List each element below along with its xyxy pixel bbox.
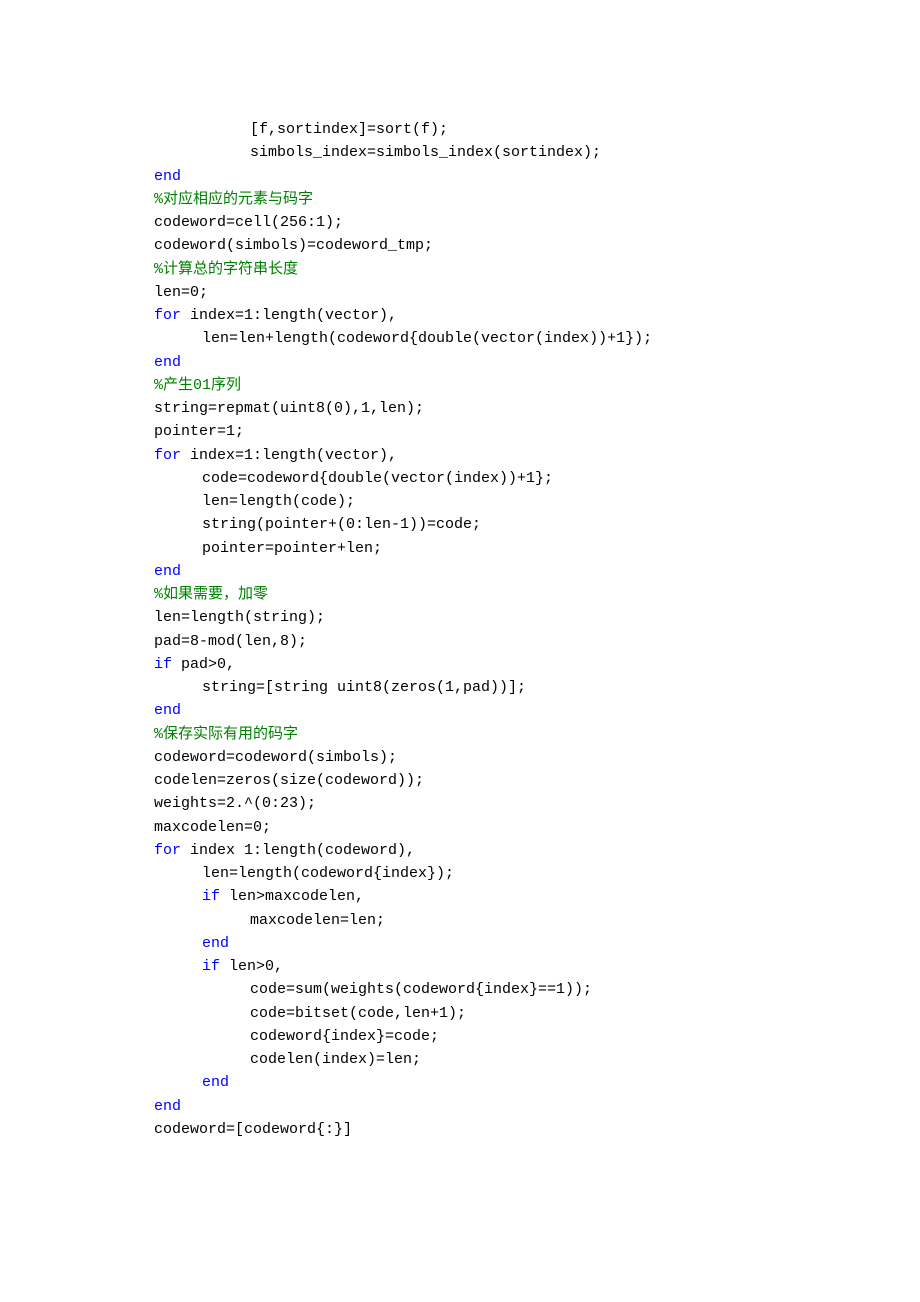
code-text: codeword=cell(256:1); [154,214,343,231]
code-line: if len>0, [154,955,804,978]
code-text: codeword{index}=code; [250,1028,439,1045]
keyword: if [202,958,220,975]
code-line: codelen(index)=len; [154,1048,804,1071]
code-line: end [154,699,804,722]
code-line: end [154,165,804,188]
code-line: pointer=1; [154,420,804,443]
code-line: end [154,1095,804,1118]
code-line: maxcodelen=len; [154,909,804,932]
code-line: codelen=zeros(size(codeword)); [154,769,804,792]
code-text: maxcodelen=len; [250,912,385,929]
code-text: index=1:length(vector), [181,307,397,324]
code-line: for index=1:length(vector), [154,304,804,327]
code-line: len=length(codeword{index}); [154,862,804,885]
comment: %如果需要，加零 [154,586,268,603]
code-text: code=bitset(code,len+1); [250,1005,466,1022]
code-line: len=length(string); [154,606,804,629]
code-line: end [154,932,804,955]
code-text: codelen(index)=len; [250,1051,421,1068]
code-line: [f,sortindex]=sort(f); [154,118,804,141]
code-line: weights=2.^(0:23); [154,792,804,815]
code-line: for index=1:length(vector), [154,444,804,467]
code-text: codelen=zeros(size(codeword)); [154,772,424,789]
code-text: weights=2.^(0:23); [154,795,316,812]
code-text: codeword=codeword(simbols); [154,749,397,766]
code-line: code=bitset(code,len+1); [154,1002,804,1025]
code-text: len=length(codeword{index}); [202,865,454,882]
comment: %保存实际有用的码字 [154,726,298,743]
code-text: len=length(string); [154,609,325,626]
keyword: end [154,702,181,719]
code-text: simbols_index=simbols_index(sortindex); [250,144,601,161]
code-line: end [154,560,804,583]
code-line: len=0; [154,281,804,304]
code-text: index=1:length(vector), [181,447,397,464]
code-line: end [154,1071,804,1094]
keyword: end [154,1098,181,1115]
code-line: pointer=pointer+len; [154,537,804,560]
code-line: len=length(code); [154,490,804,513]
code-line: pad=8-mod(len,8); [154,630,804,653]
comment: %对应相应的元素与码字 [154,191,313,208]
code-line: codeword{index}=code; [154,1025,804,1048]
keyword: end [154,354,181,371]
code-text: len>maxcodelen, [220,888,364,905]
code-line: %产生01序列 [154,374,804,397]
comment: %计算总的字符串长度 [154,261,298,278]
code-line: len=len+length(codeword{double(vector(in… [154,327,804,350]
code-line: string=[string uint8(zeros(1,pad))]; [154,676,804,699]
code-line: %对应相应的元素与码字 [154,188,804,211]
code-line: %如果需要，加零 [154,583,804,606]
keyword: end [154,168,181,185]
code-text: pointer=1; [154,423,244,440]
code-line: codeword(simbols)=codeword_tmp; [154,234,804,257]
code-text: maxcodelen=0; [154,819,271,836]
code-line: maxcodelen=0; [154,816,804,839]
code-text: [f,sortindex]=sort(f); [250,121,448,138]
code-line: %保存实际有用的码字 [154,723,804,746]
keyword: end [154,563,181,580]
keyword: for [154,447,181,464]
code-text: codeword=[codeword{:}] [154,1121,352,1138]
code-text: len=len+length(codeword{double(vector(in… [202,330,652,347]
code-line: if len>maxcodelen, [154,885,804,908]
code-line: codeword=cell(256:1); [154,211,804,234]
code-line: end [154,351,804,374]
code-line: code=codeword{double(vector(index))+1}; [154,467,804,490]
code-text: len=length(code); [202,493,355,510]
code-text: string=repmat(uint8(0),1,len); [154,400,424,417]
code-text: pointer=pointer+len; [202,540,382,557]
code-text: string=[string uint8(zeros(1,pad))]; [202,679,526,696]
code-line: code=sum(weights(codeword{index}==1)); [154,978,804,1001]
code-line: for index 1:length(codeword), [154,839,804,862]
code-text: code=codeword{double(vector(index))+1}; [202,470,553,487]
code-text: code=sum(weights(codeword{index}==1)); [250,981,592,998]
code-line: %计算总的字符串长度 [154,258,804,281]
code-line: string(pointer+(0:len-1))=code; [154,513,804,536]
keyword: for [154,307,181,324]
keyword: for [154,842,181,859]
code-text: pad>0, [172,656,235,673]
keyword: end [202,935,229,952]
code-line: if pad>0, [154,653,804,676]
code-line: codeword=[codeword{:}] [154,1118,804,1141]
code-line: string=repmat(uint8(0),1,len); [154,397,804,420]
code-text: pad=8-mod(len,8); [154,633,307,650]
code-text: string(pointer+(0:len-1))=code; [202,516,481,533]
comment: %产生01序列 [154,377,241,394]
code-line: simbols_index=simbols_index(sortindex); [154,141,804,164]
keyword: end [202,1074,229,1091]
keyword: if [154,656,172,673]
code-text: len>0, [220,958,283,975]
code-block: [f,sortindex]=sort(f); simbols_index=simb… [0,0,804,1141]
code-text: len=0; [154,284,208,301]
code-text: codeword(simbols)=codeword_tmp; [154,237,433,254]
code-line: codeword=codeword(simbols); [154,746,804,769]
keyword: if [202,888,220,905]
code-text: index 1:length(codeword), [181,842,415,859]
